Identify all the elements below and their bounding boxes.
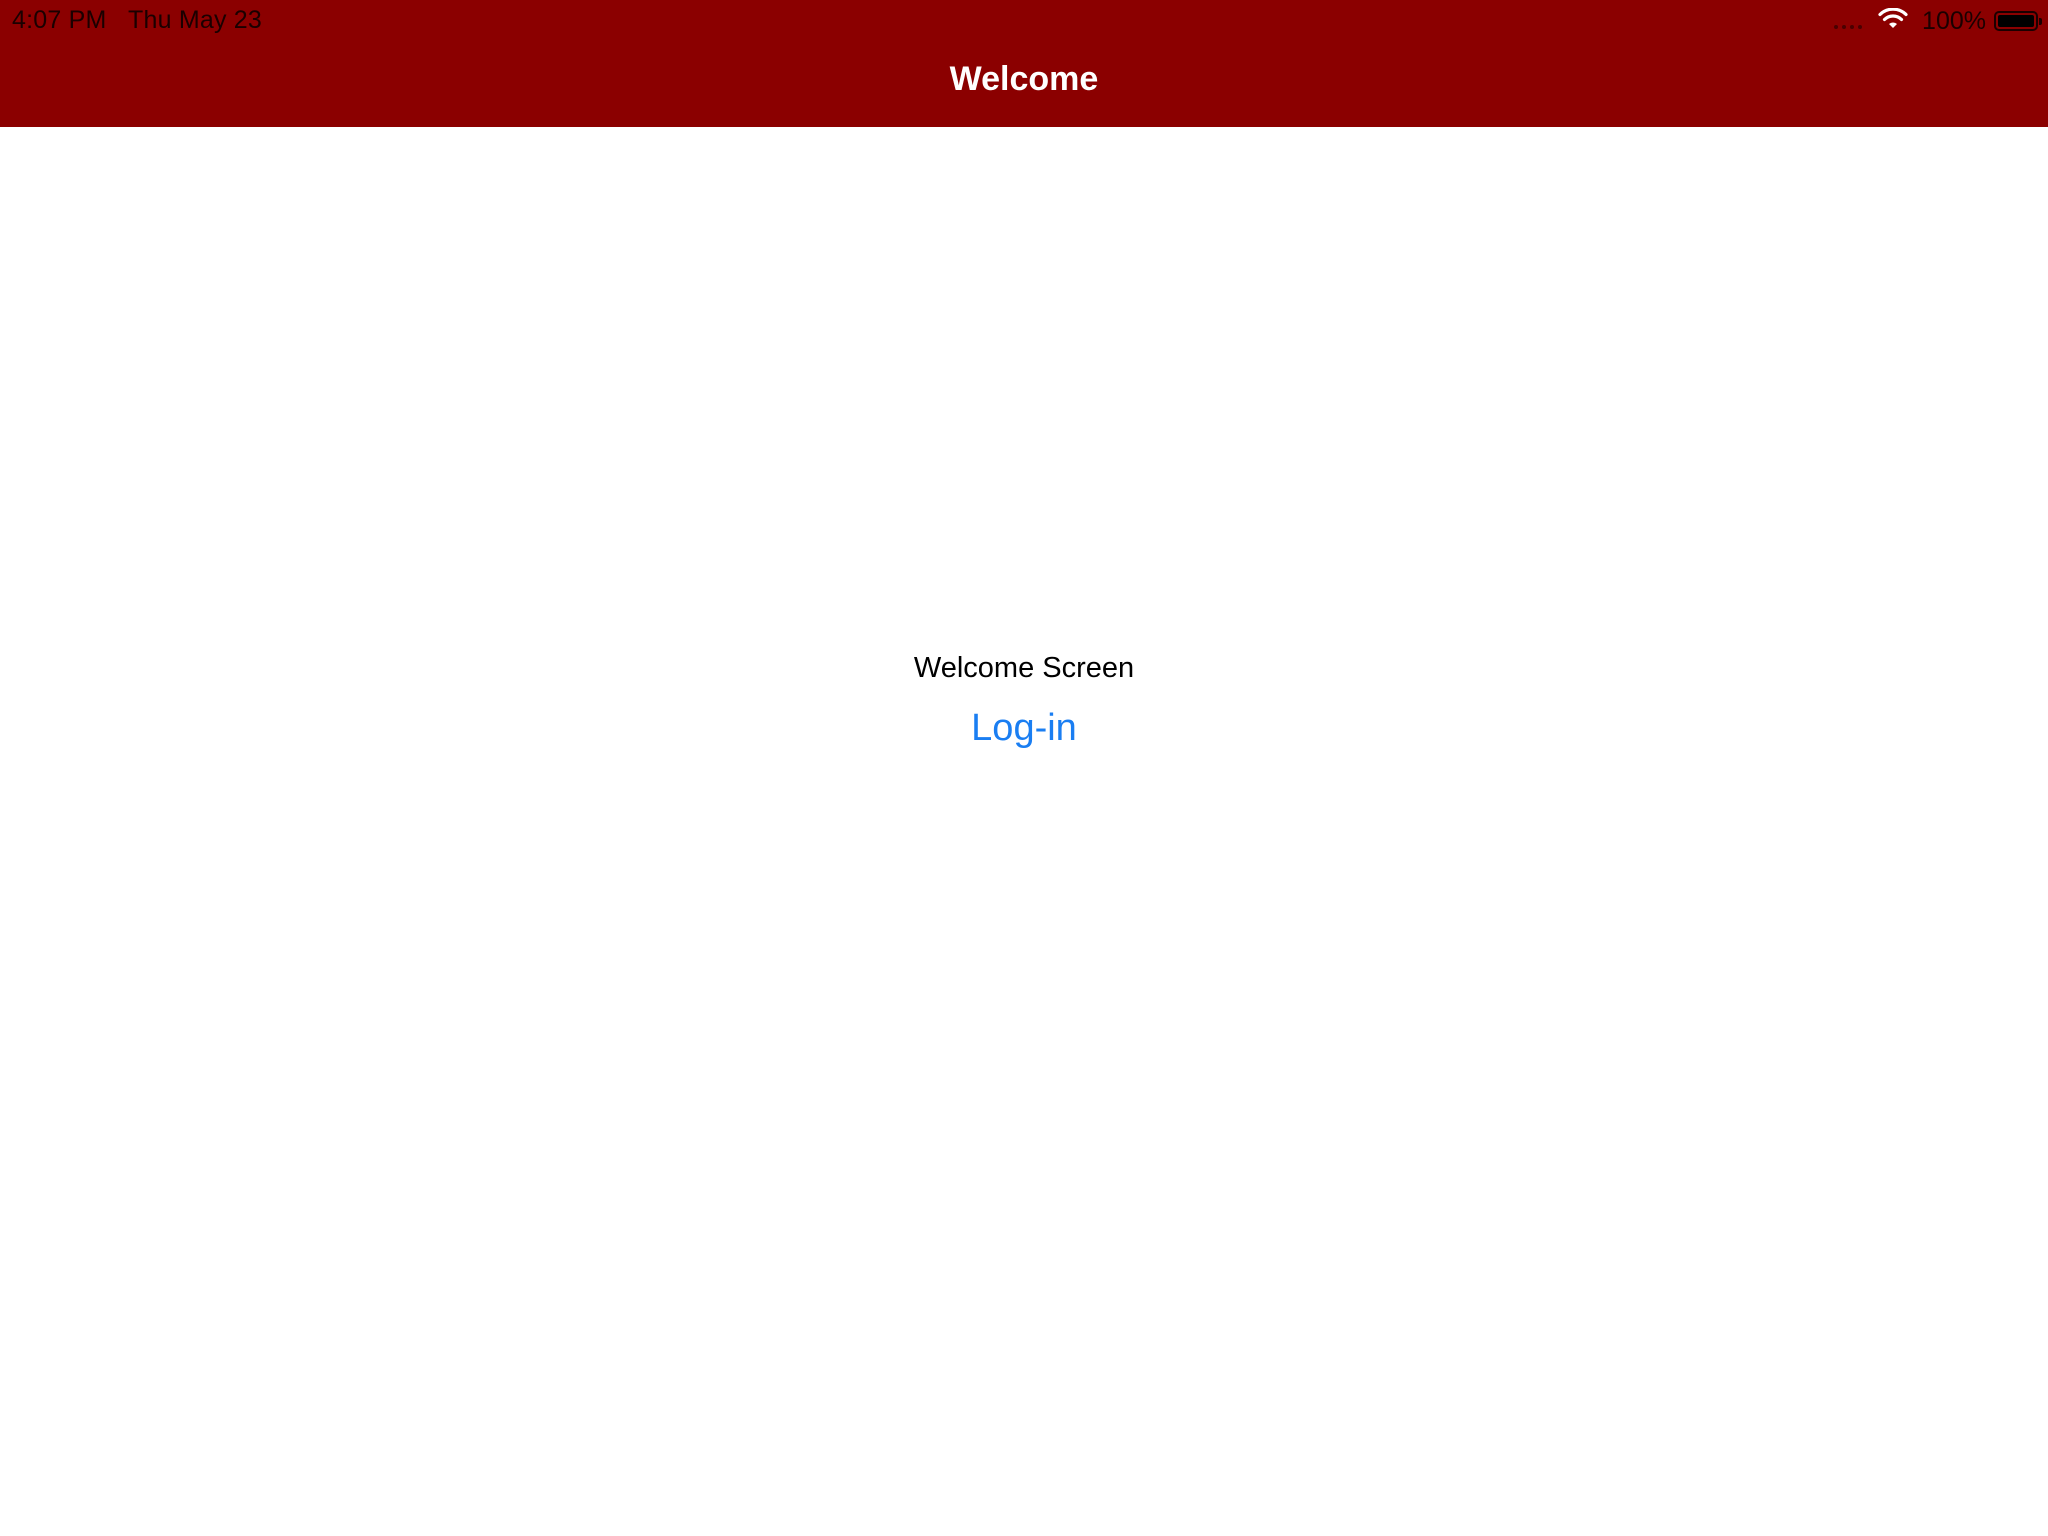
wifi-icon — [1878, 7, 1908, 35]
welcome-label: Welcome Screen — [913, 652, 1135, 684]
battery-percent: 100% — [1922, 6, 1986, 35]
battery-icon — [1994, 11, 2042, 31]
app-screen: 4:07 PM Thu May 23 100% Welcome Welcome … — [0, 0, 2048, 1536]
status-date: Thu May 23 — [128, 6, 263, 34]
cellular-signal-icon — [1834, 13, 1863, 29]
status-indicators: 100% — [1834, 6, 2042, 36]
login-button[interactable]: Log-in — [924, 700, 1124, 756]
nav-title: Welcome — [949, 60, 1099, 98]
navigation-bar: 4:07 PM Thu May 23 100% Welcome — [0, 0, 2048, 127]
status-bar: 4:07 PM Thu May 23 100% — [0, 0, 2048, 40]
main-content — [0, 127, 2048, 1536]
status-time: 4:07 PM — [12, 6, 107, 34]
